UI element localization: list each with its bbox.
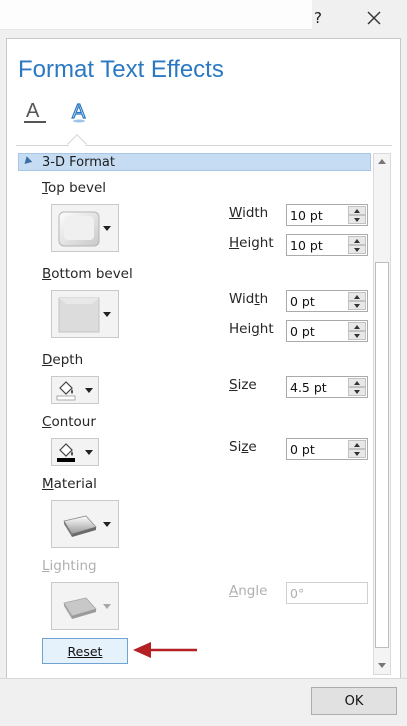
bottom-bevel-height-input[interactable] bbox=[287, 321, 347, 341]
collapse-triangle-icon bbox=[21, 156, 33, 167]
top-bevel-label: Top bevel bbox=[42, 180, 106, 196]
dialog-footer: OK bbox=[0, 678, 407, 726]
scroll-down-arrow[interactable] bbox=[374, 658, 390, 674]
increment-arrow[interactable] bbox=[348, 236, 366, 245]
top-bevel-height-input[interactable] bbox=[287, 235, 347, 255]
chevron-down-icon bbox=[103, 312, 111, 317]
bottom-bevel-dropdown[interactable] bbox=[51, 290, 119, 338]
bevel-none-icon bbox=[58, 297, 100, 333]
chevron-down-icon bbox=[103, 604, 111, 609]
increment-arrow[interactable] bbox=[348, 440, 366, 449]
material-label: Material bbox=[42, 476, 97, 492]
section-label: 3-D Format bbox=[42, 155, 115, 170]
bottom-bevel-height-spinner[interactable] bbox=[286, 320, 368, 342]
depth-size-spinner[interactable] bbox=[286, 376, 368, 398]
increment-arrow[interactable] bbox=[348, 378, 366, 387]
paint-bucket-icon bbox=[56, 381, 76, 401]
depth-size-input[interactable] bbox=[287, 377, 347, 397]
window-titlebar: ? bbox=[0, 0, 407, 36]
ok-button[interactable]: OK bbox=[311, 687, 397, 715]
bottom-bevel-label: Bottom bevel bbox=[42, 266, 133, 282]
lighting-angle-input[interactable] bbox=[287, 583, 347, 603]
scroll-thumb[interactable] bbox=[375, 262, 389, 648]
top-bevel-width-label: Width bbox=[229, 205, 269, 221]
lighting-angle-spinner[interactable] bbox=[286, 582, 368, 604]
text-fill-outline-icon: A bbox=[24, 100, 46, 123]
top-bevel-dropdown[interactable] bbox=[51, 204, 119, 252]
format-pane: Format Text Effects A A 3-D Format Top b… bbox=[6, 38, 401, 678]
annotation-arrow-icon bbox=[133, 642, 197, 658]
depth-size-label: Size bbox=[229, 377, 257, 393]
increment-arrow[interactable] bbox=[348, 292, 366, 301]
scroll-up-arrow[interactable] bbox=[374, 154, 390, 170]
bottom-bevel-width-spinner[interactable] bbox=[286, 290, 368, 312]
decrement-arrow[interactable] bbox=[348, 331, 366, 340]
reset-button[interactable]: Reset bbox=[42, 638, 128, 664]
contour-label: Contour bbox=[42, 414, 96, 430]
contour-color-dropdown[interactable] bbox=[51, 438, 99, 466]
decrement-arrow[interactable] bbox=[348, 245, 366, 254]
material-dropdown[interactable] bbox=[51, 500, 119, 548]
close-icon bbox=[367, 11, 381, 25]
bottom-bevel-width-input[interactable] bbox=[287, 291, 347, 311]
top-bevel-width-input[interactable] bbox=[287, 205, 347, 225]
decrement-arrow[interactable] bbox=[348, 449, 366, 458]
decrement-arrow[interactable] bbox=[348, 387, 366, 396]
chevron-down-icon bbox=[103, 522, 111, 527]
decrement-arrow[interactable] bbox=[348, 215, 366, 224]
lighting-angle-label: Angle bbox=[229, 583, 268, 599]
lighting-dropdown[interactable] bbox=[51, 582, 119, 630]
increment-arrow[interactable] bbox=[348, 206, 366, 215]
pane-scrollbar[interactable] bbox=[373, 153, 391, 675]
contour-size-input[interactable] bbox=[287, 439, 347, 459]
background-window-area bbox=[0, 0, 312, 30]
section-3d-format-header[interactable]: 3-D Format bbox=[18, 153, 371, 171]
decrement-arrow[interactable] bbox=[348, 301, 366, 310]
depth-color-dropdown[interactable] bbox=[51, 376, 99, 404]
chevron-down-icon bbox=[85, 388, 93, 393]
material-preset-icon bbox=[63, 515, 97, 537]
bottom-bevel-height-label: Height bbox=[229, 321, 274, 337]
top-bevel-width-spinner[interactable] bbox=[286, 204, 368, 226]
top-bevel-height-label: Height bbox=[229, 235, 274, 251]
lighting-label: Lighting bbox=[42, 558, 97, 574]
contour-size-label: Size bbox=[229, 439, 257, 455]
tab-text-effects[interactable]: A bbox=[66, 97, 94, 125]
help-button[interactable]: ? bbox=[306, 6, 330, 30]
tab-text-fill-outline[interactable]: A bbox=[22, 97, 50, 125]
pane-title: Format Text Effects bbox=[18, 56, 224, 83]
chevron-down-icon bbox=[103, 226, 111, 231]
text-effects-icon: A bbox=[71, 100, 86, 123]
chevron-down-icon bbox=[85, 450, 93, 455]
bottom-bevel-width-label: Width bbox=[229, 291, 269, 307]
svg-text:A: A bbox=[26, 100, 40, 122]
selected-tab-indicator bbox=[67, 134, 87, 154]
depth-label: Depth bbox=[42, 352, 84, 368]
reset-button-label: Reset bbox=[67, 643, 103, 659]
top-bevel-height-spinner[interactable] bbox=[286, 234, 368, 256]
paint-bucket-icon bbox=[57, 443, 75, 462]
lighting-preset-icon bbox=[63, 597, 97, 619]
increment-arrow[interactable] bbox=[348, 322, 366, 331]
bevel-preset-icon bbox=[58, 211, 100, 247]
close-button[interactable] bbox=[362, 6, 386, 30]
contour-size-spinner[interactable] bbox=[286, 438, 368, 460]
